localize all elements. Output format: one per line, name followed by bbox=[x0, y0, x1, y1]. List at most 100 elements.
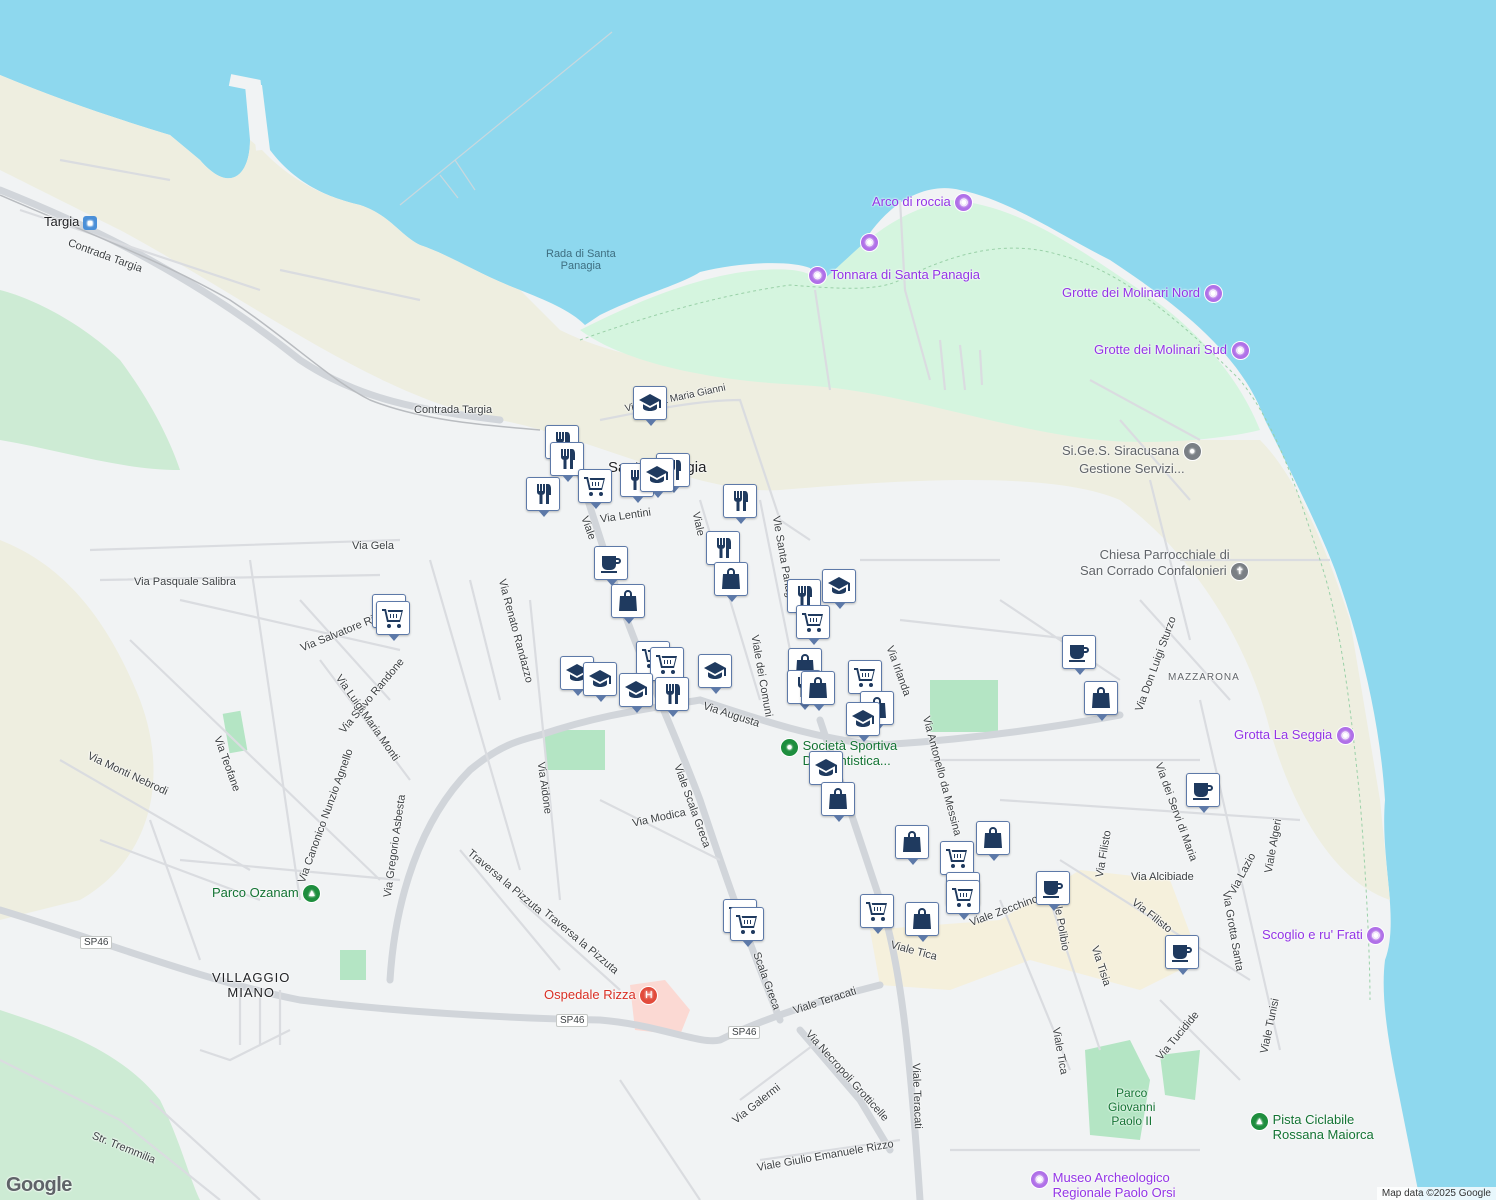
shopping-cart-icon bbox=[802, 613, 823, 632]
fork-knife-icon bbox=[734, 491, 748, 511]
camera-icon: ◉ bbox=[1030, 1170, 1049, 1189]
camera-icon: ◉ bbox=[1335, 726, 1355, 745]
graduation-cap-icon bbox=[589, 670, 611, 687]
shopping-cart-icon bbox=[952, 888, 973, 907]
poi-museo[interactable]: ◉ Museo Archeologico Regionale Paolo Orsi bbox=[1030, 1170, 1175, 1200]
graduation-cap-icon bbox=[815, 759, 837, 776]
church-icon: ✝ bbox=[1230, 562, 1250, 581]
shop-marker[interactable] bbox=[976, 821, 1010, 861]
road-ref-sp46: SP46 bbox=[728, 1026, 761, 1039]
green-small1 bbox=[340, 950, 366, 980]
coffee-cup-icon bbox=[1043, 881, 1063, 898]
shopping-bag-icon bbox=[1092, 687, 1110, 708]
school-marker[interactable] bbox=[633, 386, 667, 426]
fork-knife-icon bbox=[537, 484, 551, 504]
shopping-bag-icon bbox=[722, 568, 740, 589]
supermarket-marker[interactable] bbox=[946, 880, 980, 920]
cafe-marker[interactable] bbox=[1186, 773, 1220, 813]
pin-icon: ● bbox=[1182, 442, 1202, 461]
train-icon: ■ bbox=[83, 216, 98, 230]
poi-scoglio[interactable]: Scoglio e ru' Frati ◉ bbox=[1262, 926, 1386, 945]
restaurant-marker[interactable] bbox=[526, 477, 560, 517]
restaurant-marker[interactable] bbox=[655, 677, 689, 717]
shopping-bag-icon bbox=[809, 677, 827, 698]
restaurant-marker[interactable] bbox=[723, 484, 757, 524]
shopping-cart-icon bbox=[382, 609, 403, 628]
road-label: Via Alcibiade bbox=[1131, 871, 1194, 883]
coffee-cup-icon bbox=[1172, 945, 1192, 962]
shopping-cart-icon bbox=[656, 655, 677, 674]
shop-marker[interactable] bbox=[801, 671, 835, 711]
poi-sige[interactable]: Si.Ge.S. Siracusana ● Gestione Servizi... bbox=[1062, 442, 1202, 476]
cafe-marker[interactable] bbox=[1165, 935, 1199, 975]
road-ref-sp46: SP46 bbox=[556, 1014, 589, 1027]
school-marker[interactable] bbox=[619, 673, 653, 713]
shop-marker[interactable] bbox=[895, 825, 929, 865]
poi-grotta-seggia[interactable]: Grotta La Seggia ◉ bbox=[1234, 726, 1355, 745]
poi-parco-ozanam[interactable]: Parco Ozanam ▲ bbox=[212, 884, 322, 903]
shopping-bag-icon bbox=[913, 908, 931, 929]
pin-icon: ● bbox=[780, 738, 799, 757]
poi-pista-ciclabile[interactable]: ▲ Pista Ciclabile Rossana Maiorca bbox=[1250, 1112, 1374, 1142]
shopping-cart-icon bbox=[946, 849, 967, 868]
school-marker[interactable] bbox=[846, 702, 880, 742]
fork-knife-icon bbox=[666, 684, 680, 704]
graduation-cap-icon bbox=[639, 394, 661, 411]
school-marker[interactable] bbox=[822, 569, 856, 609]
shopping-cart-icon bbox=[584, 477, 605, 496]
fork-knife-icon bbox=[561, 449, 575, 469]
shopping-bag-icon bbox=[829, 788, 847, 809]
shop-marker[interactable] bbox=[821, 782, 855, 822]
cafe-marker[interactable] bbox=[1062, 635, 1096, 675]
supermarket-marker[interactable] bbox=[376, 601, 410, 641]
poi-ospedale-rizza[interactable]: Ospedale Rizza H bbox=[544, 986, 659, 1005]
supermarket-marker[interactable] bbox=[860, 894, 894, 934]
poi-parco-giovanni-paolo[interactable]: Parco Giovanni Paolo II bbox=[1108, 1086, 1155, 1128]
coffee-cup-icon bbox=[601, 556, 621, 573]
poi-tonnara[interactable]: ◉ Tonnara di Santa Panagia bbox=[808, 266, 980, 285]
school-marker[interactable] bbox=[583, 662, 617, 702]
coffee-cup-icon bbox=[1193, 783, 1213, 800]
graduation-cap-icon bbox=[828, 577, 850, 594]
supermarket-marker[interactable] bbox=[730, 907, 764, 947]
shop-marker[interactable] bbox=[905, 902, 939, 942]
poi-grotte-sud[interactable]: Grotte dei Molinari Sud ◉ bbox=[1094, 341, 1250, 360]
cafe-marker[interactable] bbox=[1036, 871, 1070, 911]
shopping-bag-icon bbox=[619, 590, 637, 611]
road-ref-sp46: SP46 bbox=[80, 936, 113, 949]
camera-icon: ◉ bbox=[1230, 341, 1250, 360]
supermarket-marker[interactable] bbox=[940, 841, 974, 881]
supermarket-marker[interactable] bbox=[796, 605, 830, 645]
cafe-marker[interactable] bbox=[594, 546, 628, 586]
poi-chiesa[interactable]: Chiesa Parrocchiale di San Corrado Confal… bbox=[1080, 547, 1250, 581]
shop-marker[interactable] bbox=[1084, 681, 1118, 721]
shopping-cart-icon bbox=[854, 668, 875, 687]
camera-icon: ◉ bbox=[954, 193, 974, 212]
shopping-cart-icon bbox=[866, 902, 887, 921]
tree-icon: ▲ bbox=[302, 884, 322, 903]
supermarket-marker[interactable] bbox=[848, 660, 882, 700]
coffee-cup-icon bbox=[1069, 645, 1089, 662]
school-marker[interactable] bbox=[640, 458, 674, 498]
road-label: Via Pasquale Salibra bbox=[134, 576, 236, 588]
green-villa bbox=[930, 680, 998, 732]
poi-grotte-nord[interactable]: Grotte dei Molinari Nord ◉ bbox=[1062, 284, 1223, 303]
shopping-bag-icon bbox=[903, 831, 921, 852]
graduation-cap-icon bbox=[704, 662, 726, 679]
graduation-cap-icon bbox=[852, 710, 874, 727]
road-label: Contrada Targia bbox=[414, 404, 493, 416]
supermarket-marker[interactable] bbox=[650, 647, 684, 687]
camera-icon: ◉ bbox=[808, 266, 827, 285]
poi-arco-di-roccia[interactable]: Arco di roccia ◉ bbox=[872, 193, 974, 212]
shop-marker[interactable] bbox=[611, 584, 645, 624]
shop-marker[interactable] bbox=[714, 562, 748, 602]
green-stadium bbox=[545, 730, 605, 770]
fork-knife-icon bbox=[717, 538, 731, 558]
supermarket-marker[interactable] bbox=[578, 469, 612, 509]
restaurant-marker[interactable] bbox=[706, 531, 740, 571]
school-marker[interactable] bbox=[809, 751, 843, 791]
school-marker[interactable] bbox=[698, 654, 732, 694]
camera-icon: ◉ bbox=[1203, 284, 1223, 303]
shopping-cart-icon bbox=[736, 915, 757, 934]
poi-camera[interactable]: ◉ bbox=[860, 233, 879, 252]
